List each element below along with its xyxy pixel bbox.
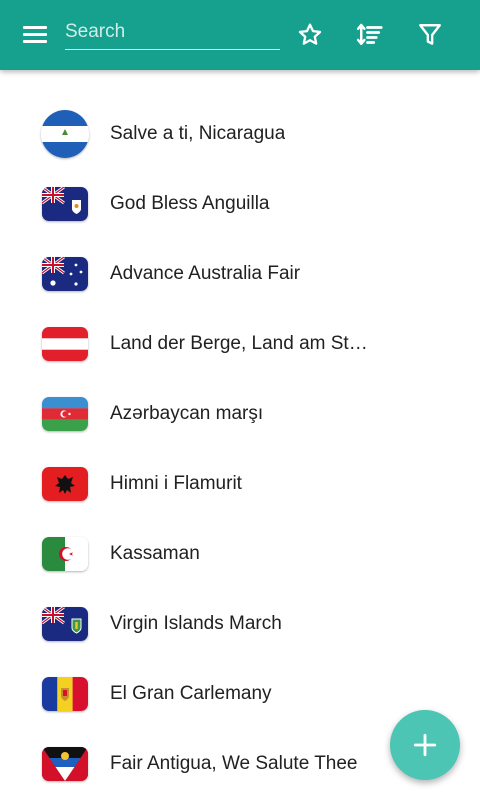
list-item[interactable]: God Bless Anguilla — [0, 169, 480, 239]
australia-flag-icon — [42, 257, 88, 291]
austria-flag-icon — [42, 327, 88, 361]
anthem-title: Kassaman — [110, 543, 200, 564]
anthem-title: Advance Australia Fair — [110, 263, 301, 284]
add-button[interactable] — [390, 710, 460, 780]
british-virgin-islands-flag-icon — [42, 607, 88, 641]
anthem-title: Virgin Islands March — [110, 613, 282, 634]
sort-icon — [356, 23, 383, 45]
anthem-title: Land der Berge, Land am Strome — [110, 333, 368, 354]
favorites-button[interactable] — [292, 17, 328, 53]
plus-icon — [413, 733, 437, 757]
anthem-title: Fair Antigua, We Salute Thee — [110, 753, 358, 774]
star-icon — [298, 23, 322, 45]
list-item[interactable]: Advance Australia Fair — [0, 239, 480, 309]
list-item[interactable]: Himni i Flamurit — [0, 449, 480, 519]
anthem-title: El Gran Carlemany — [110, 683, 272, 704]
anthem-title: God Bless Anguilla — [110, 193, 270, 214]
menu-button[interactable] — [18, 20, 52, 50]
app-bar — [0, 0, 480, 70]
andorra-flag-icon — [42, 677, 88, 711]
anthem-title: Azərbaycan marşı — [110, 403, 264, 424]
list-item[interactable]: Azərbaycan marşı — [0, 379, 480, 449]
anthem-title: Himni i Flamurit — [110, 473, 242, 494]
nicaragua-flag-icon — [41, 110, 89, 158]
sort-button[interactable] — [352, 17, 388, 53]
filter-icon — [419, 24, 441, 45]
search-input[interactable] — [65, 14, 280, 50]
list-item[interactable]: Kassaman — [0, 519, 480, 589]
albania-flag-icon — [42, 467, 88, 501]
antigua-and-barbuda-flag-icon — [42, 747, 88, 781]
algeria-flag-icon — [42, 537, 88, 571]
list-item[interactable]: Land der Berge, Land am Strome — [0, 309, 480, 379]
anguilla-flag-icon — [42, 187, 88, 221]
anthem-title: Salve a ti, Nicaragua — [110, 123, 286, 144]
list-item[interactable]: Virgin Islands March — [0, 589, 480, 659]
filter-button[interactable] — [412, 17, 448, 53]
azerbaijan-flag-icon — [42, 397, 88, 431]
list-item[interactable]: Salve a ti, Nicaragua — [0, 99, 480, 169]
